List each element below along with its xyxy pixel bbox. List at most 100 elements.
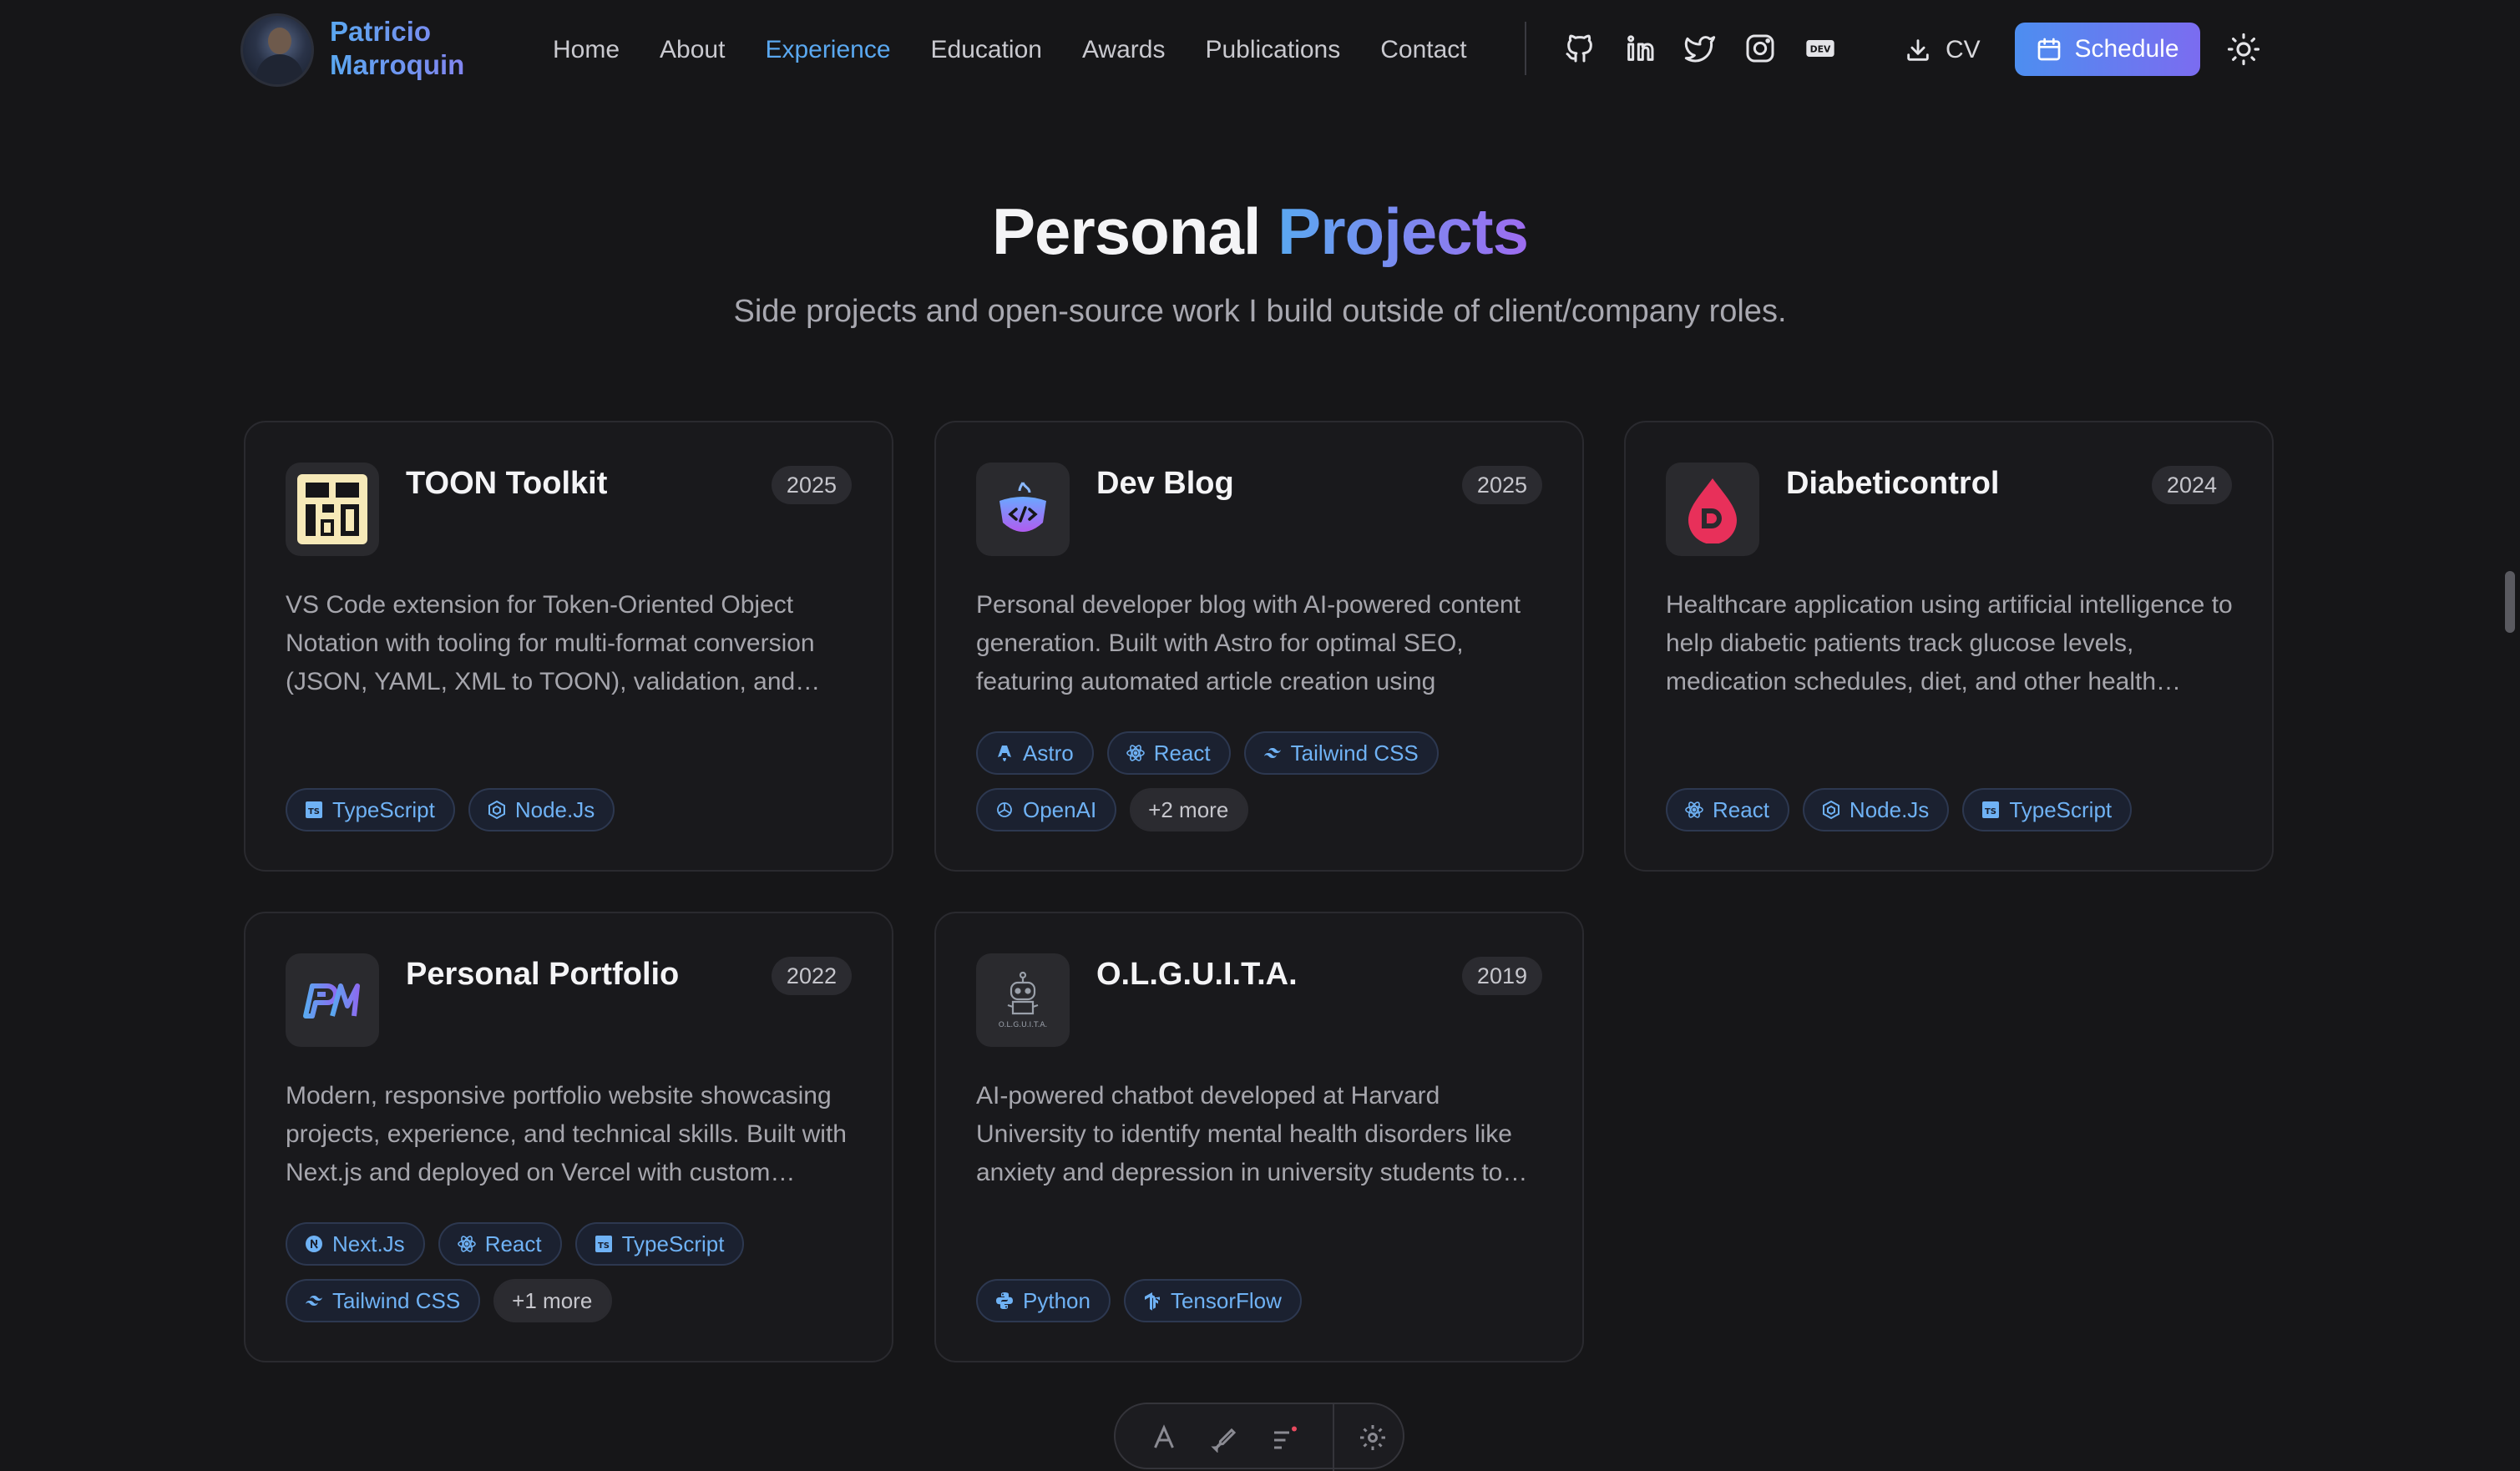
top-navigation: Patricio Marroquin Home About Experience… <box>0 0 2520 100</box>
project-title[interactable]: O.L.G.U.I.T.A. <box>1096 957 1298 993</box>
project-card-dev-blog[interactable]: Dev Blog 2025 Personal developer blog wi… <box>934 421 1584 872</box>
project-title[interactable]: Diabeticontrol <box>1786 466 1999 502</box>
nav-link-about[interactable]: About <box>660 30 725 70</box>
bottom-dock <box>1114 1403 1404 1471</box>
project-card-diabeticontrol[interactable]: Diabeticontrol 2024 Healthcare applicati… <box>1624 421 2274 872</box>
nav-link-publications[interactable]: Publications <box>1205 30 1340 70</box>
schedule-button[interactable]: Schedule <box>2015 23 2200 76</box>
nav-link-experience[interactable]: Experience <box>765 30 890 70</box>
linkedin-icon[interactable] <box>1623 32 1657 65</box>
project-description: Modern, responsive portfolio website sho… <box>286 1082 847 1186</box>
react-icon <box>1685 801 1703 818</box>
python-icon <box>996 1292 1013 1309</box>
react-icon <box>457 1236 476 1252</box>
tag-label: TypeScript <box>621 1231 725 1256</box>
project-tags: Astro React Tailwind CSS OpenAI +2 more <box>976 731 1552 832</box>
section-title: Personal Projects <box>0 194 2520 270</box>
project-tags: Next.Js React TS TypeScript Tailwind CSS… <box>286 1222 862 1322</box>
tag-react[interactable]: React <box>438 1222 562 1266</box>
openai-icon <box>997 802 1012 817</box>
page-scrollbar-thumb[interactable] <box>2505 571 2515 633</box>
dock-brush-icon[interactable] <box>1209 1423 1239 1453</box>
tag-label: Next.Js <box>332 1231 405 1256</box>
dock-list-icon[interactable] <box>1269 1423 1299 1453</box>
typescript-icon: TS <box>1982 801 2000 818</box>
tag-label: Astro <box>1023 740 1074 766</box>
tag-more[interactable]: +1 more <box>493 1279 613 1322</box>
tag-tensorflow[interactable]: TensorFlow <box>1123 1279 1302 1322</box>
nav-link-education[interactable]: Education <box>931 30 1042 70</box>
tailwind-icon <box>306 1296 322 1306</box>
tag-more[interactable]: +2 more <box>1130 788 1249 832</box>
typescript-icon: TS <box>595 1236 612 1252</box>
svg-text:TS: TS <box>598 1241 610 1251</box>
tag-nextjs[interactable]: Next.Js <box>286 1222 425 1266</box>
tag-label: Node.Js <box>514 796 595 822</box>
tag-label: React <box>1713 796 1769 822</box>
project-card-olguita[interactable]: O.L.G.U.I.T.A. O.L.G.U.I.T.A. 2019 AI-po… <box>934 912 1584 1362</box>
project-title[interactable]: Dev Blog <box>1096 466 1234 502</box>
tag-typescript[interactable]: TS TypeScript <box>286 788 455 832</box>
download-icon <box>1907 39 1929 61</box>
svg-text:DEV: DEV <box>1810 43 1831 54</box>
toon-logo <box>286 463 379 556</box>
dock-settings-icon[interactable] <box>1358 1423 1388 1453</box>
tag-label: Tailwind CSS <box>332 1287 461 1313</box>
project-title[interactable]: TOON Toolkit <box>406 466 607 502</box>
project-card-personal-portfolio[interactable]: Personal Portfolio 2022 Modern, responsi… <box>244 912 893 1362</box>
project-title[interactable]: Personal Portfolio <box>406 957 679 993</box>
tag-label: TypeScript <box>332 796 435 822</box>
project-card-toon-toolkit[interactable]: TOON Toolkit 2025 VS Code extension for … <box>244 421 893 872</box>
tag-openai[interactable]: OpenAI <box>976 788 1117 832</box>
github-icon[interactable] <box>1563 32 1597 65</box>
theme-toggle-button[interactable] <box>2226 32 2261 67</box>
astro-icon <box>998 746 1011 761</box>
nav-link-home[interactable]: Home <box>553 30 620 70</box>
nextjs-icon <box>306 1236 322 1252</box>
tag-tailwind[interactable]: Tailwind CSS <box>286 1279 481 1322</box>
svg-text:TS: TS <box>1985 807 1996 816</box>
tag-label: TypeScript <box>2009 796 2113 822</box>
project-description: Healthcare application using artificial … <box>1666 591 2233 695</box>
project-description: Personal developer blog with AI-powered … <box>976 591 1521 695</box>
avatar[interactable] <box>240 13 314 87</box>
tag-tailwind[interactable]: Tailwind CSS <box>1243 731 1439 775</box>
tag-nodejs[interactable]: Node.Js <box>1802 788 1950 832</box>
project-year-badge: 2024 <box>2151 466 2232 504</box>
download-cv-button[interactable]: CV <box>1904 27 1981 73</box>
project-year-badge: 2025 <box>771 466 852 504</box>
sun-icon <box>2227 33 2260 66</box>
tailwind-icon <box>1263 748 1281 758</box>
tag-typescript[interactable]: TS TypeScript <box>574 1222 745 1266</box>
schedule-label: Schedule <box>2074 35 2179 63</box>
nav-links: Home About Experience Education Awards P… <box>553 30 1507 70</box>
tensorflow-icon <box>1144 1292 1160 1311</box>
tag-label: Python <box>1023 1287 1090 1313</box>
project-tags: TS TypeScript Node.Js <box>286 788 862 832</box>
brand-name[interactable]: Patricio Marroquin <box>330 15 497 82</box>
project-year-badge: 2019 <box>1461 957 1542 995</box>
tag-label: Tailwind CSS <box>1290 740 1419 766</box>
tag-label: Node.Js <box>1849 796 1930 822</box>
tag-nodejs[interactable]: Node.Js <box>468 788 615 832</box>
section-title-accent: Projects <box>1278 195 1529 268</box>
twitter-icon[interactable] <box>1683 32 1717 65</box>
brand-last-name: Marroquin <box>330 49 465 80</box>
svg-text:TS: TS <box>308 807 320 816</box>
dev-icon[interactable]: DEV <box>1804 32 1837 65</box>
dock-divider <box>1333 1404 1334 1471</box>
tag-typescript[interactable]: TS TypeScript <box>1962 788 2133 832</box>
tag-react[interactable]: React <box>1106 731 1231 775</box>
section-title-main: Personal <box>992 195 1261 268</box>
tag-label: TensorFlow <box>1170 1287 1282 1313</box>
nav-link-awards[interactable]: Awards <box>1082 30 1166 70</box>
instagram-icon[interactable] <box>1743 32 1777 65</box>
project-year-badge: 2025 <box>1461 466 1542 504</box>
tag-astro[interactable]: Astro <box>976 731 1094 775</box>
tag-react[interactable]: React <box>1666 788 1789 832</box>
tag-python[interactable]: Python <box>976 1279 1111 1322</box>
project-year-badge: 2022 <box>771 957 852 995</box>
dock-font-icon[interactable] <box>1149 1423 1179 1453</box>
nav-link-contact[interactable]: Contact <box>1380 30 1466 70</box>
tag-label: OpenAI <box>1023 796 1097 822</box>
